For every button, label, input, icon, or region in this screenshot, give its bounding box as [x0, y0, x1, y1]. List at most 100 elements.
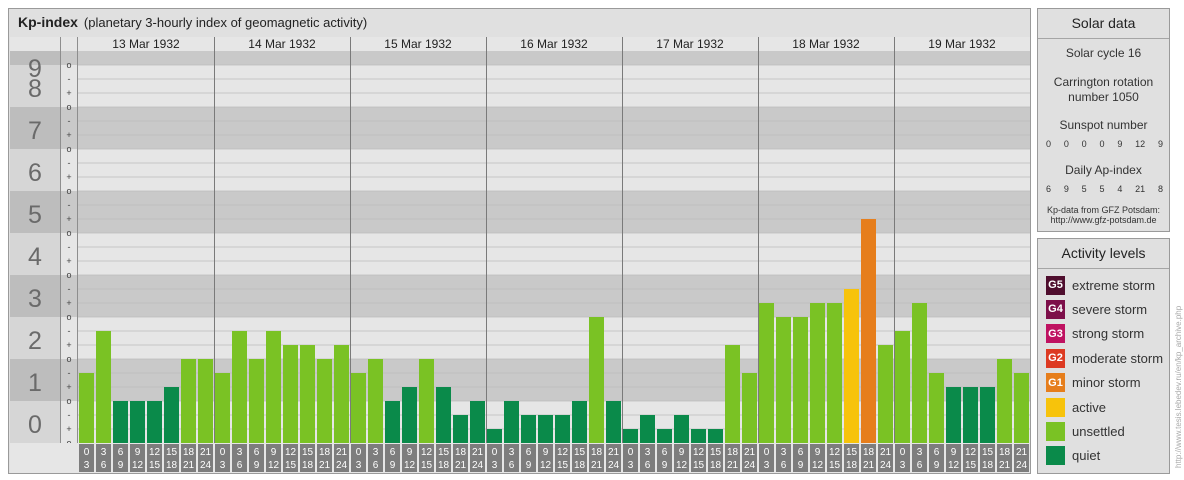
interval-end-label: 15 [421, 460, 433, 471]
sub-tick-label: - [68, 158, 71, 168]
activity-level-swatch: G5 [1046, 275, 1065, 295]
interval-start-label: 21 [200, 447, 212, 458]
interval-start-label: 9 [679, 447, 685, 458]
kp-bar [334, 345, 349, 443]
sunspot-label: Sunspot number [1059, 118, 1148, 132]
sub-tick-label: o [66, 396, 71, 406]
kp-bar [657, 429, 672, 443]
interval-end-label: 24 [880, 460, 892, 471]
interval-start-label: 0 [764, 447, 770, 458]
sub-tick-label: + [66, 424, 71, 434]
carrington-line-2: number 1050 [1068, 90, 1139, 104]
interval-end-label: 12 [268, 460, 280, 471]
chart-subtitle: (planetary 3-hourly index of geomagnetic… [83, 15, 368, 30]
day-label: 15 Mar 1932 [384, 37, 452, 51]
sub-tick-label: o [66, 60, 71, 70]
interval-end-label: 6 [373, 460, 379, 471]
interval-end-label: 9 [934, 460, 940, 471]
kp-scale-label: 4 [28, 243, 42, 271]
kp-bar [589, 317, 604, 443]
kp-scale-label: 0 [28, 411, 42, 439]
interval-end-label: 9 [118, 460, 124, 471]
kp-scale-label: 3 [28, 285, 42, 313]
sub-tick-label: - [68, 116, 71, 126]
activity-level-item: G2 moderate storm [1046, 348, 1163, 368]
interval-end-label: 3 [764, 460, 770, 471]
interval-end-label: 6 [237, 460, 243, 471]
kp-bar [232, 330, 247, 443]
interval-end-label: 9 [254, 460, 260, 471]
kp-bar [368, 359, 383, 443]
sub-tick-label: + [66, 130, 71, 140]
interval-end-label: 24 [1016, 460, 1028, 471]
interval-start-label: 21 [336, 447, 348, 458]
activity-level-swatch [1046, 446, 1065, 466]
kp-band [10, 65, 1030, 107]
sub-tick-label: - [68, 200, 71, 210]
kp-band [10, 233, 1030, 275]
activity-level-swatch: G1 [1046, 373, 1065, 393]
sub-tick-label: o [66, 228, 71, 238]
activity-level-label: strong storm [1072, 326, 1145, 342]
interval-start-label: 18 [727, 447, 739, 458]
kp-bar [504, 401, 519, 443]
kp-band [10, 401, 1030, 443]
kp-bar [963, 387, 978, 443]
kp-bar [181, 359, 196, 443]
credit-vertical-text[interactable]: http://www.tesis.lebedev.ru/en/kp_archiv… [1175, 260, 1183, 470]
interval-end-label: 21 [183, 460, 195, 471]
sunspot-value: 9 [1157, 139, 1163, 149]
interval-start-label: 3 [101, 447, 107, 458]
activity-level-label: active [1072, 399, 1106, 415]
day-label: 13 Mar 1932 [112, 37, 180, 51]
interval-start-label: 18 [863, 447, 875, 458]
kp-band [10, 149, 1030, 191]
interval-end-label: 9 [798, 460, 804, 471]
kp-bar [980, 387, 995, 443]
kp-scale-label: 9 [28, 55, 42, 83]
interval-start-label: 0 [900, 447, 906, 458]
kp-bar [266, 330, 281, 443]
sunspot-value: 0 [1099, 139, 1105, 149]
kp-bar [385, 401, 400, 443]
interval-start-label: 9 [135, 447, 141, 458]
interval-end-label: 12 [132, 460, 144, 471]
sunspot-value: 0 [1046, 139, 1052, 149]
source-link[interactable]: http://www.gfz-potsdam.de [1038, 215, 1169, 225]
day-label: 16 Mar 1932 [520, 37, 588, 51]
interval-end-label: 21 [863, 460, 875, 471]
ap-value: 8 [1157, 184, 1163, 194]
interval-start-label: 6 [390, 447, 396, 458]
interval-end-label: 6 [101, 460, 107, 471]
sub-tick-label: + [66, 256, 71, 266]
kp-bar [113, 401, 128, 443]
activity-level-item: G4 severe storm [1046, 299, 1147, 319]
interval-end-label: 3 [84, 460, 90, 471]
solar-data-panel: Solar data Solar cycle 16 Carrington rot… [1037, 8, 1170, 232]
interval-start-label: 0 [628, 447, 634, 458]
interval-start-label: 18 [999, 447, 1011, 458]
kp-bar [708, 429, 723, 443]
interval-end-label: 12 [404, 460, 416, 471]
kp-bar [929, 372, 944, 443]
chart-title: Kp-index (planetary 3-hourly index of geo… [18, 14, 367, 30]
activity-title-divider [1038, 268, 1169, 269]
sub-tick-label: o [66, 186, 71, 196]
interval-start-label: 21 [472, 447, 484, 458]
kp-bar [674, 414, 689, 443]
kp-bar [147, 401, 162, 443]
sub-tick-label: + [66, 214, 71, 224]
interval-start-label: 15 [982, 447, 994, 458]
sub-tick-label: - [68, 368, 71, 378]
sunspot-values: 0 0 0 0 9 12 9 [1046, 139, 1163, 149]
carrington-line-1: Carrington rotation [1053, 75, 1154, 89]
interval-end-label: 6 [509, 460, 515, 471]
interval-end-label: 24 [472, 460, 484, 471]
sub-tick-label: - [68, 326, 71, 336]
interval-end-label: 9 [662, 460, 668, 471]
sub-tick-label: - [68, 242, 71, 252]
ap-value: 9 [1063, 184, 1069, 194]
kp-bar [402, 387, 417, 443]
interval-start-label: 3 [509, 447, 515, 458]
interval-end-label: 9 [526, 460, 532, 471]
